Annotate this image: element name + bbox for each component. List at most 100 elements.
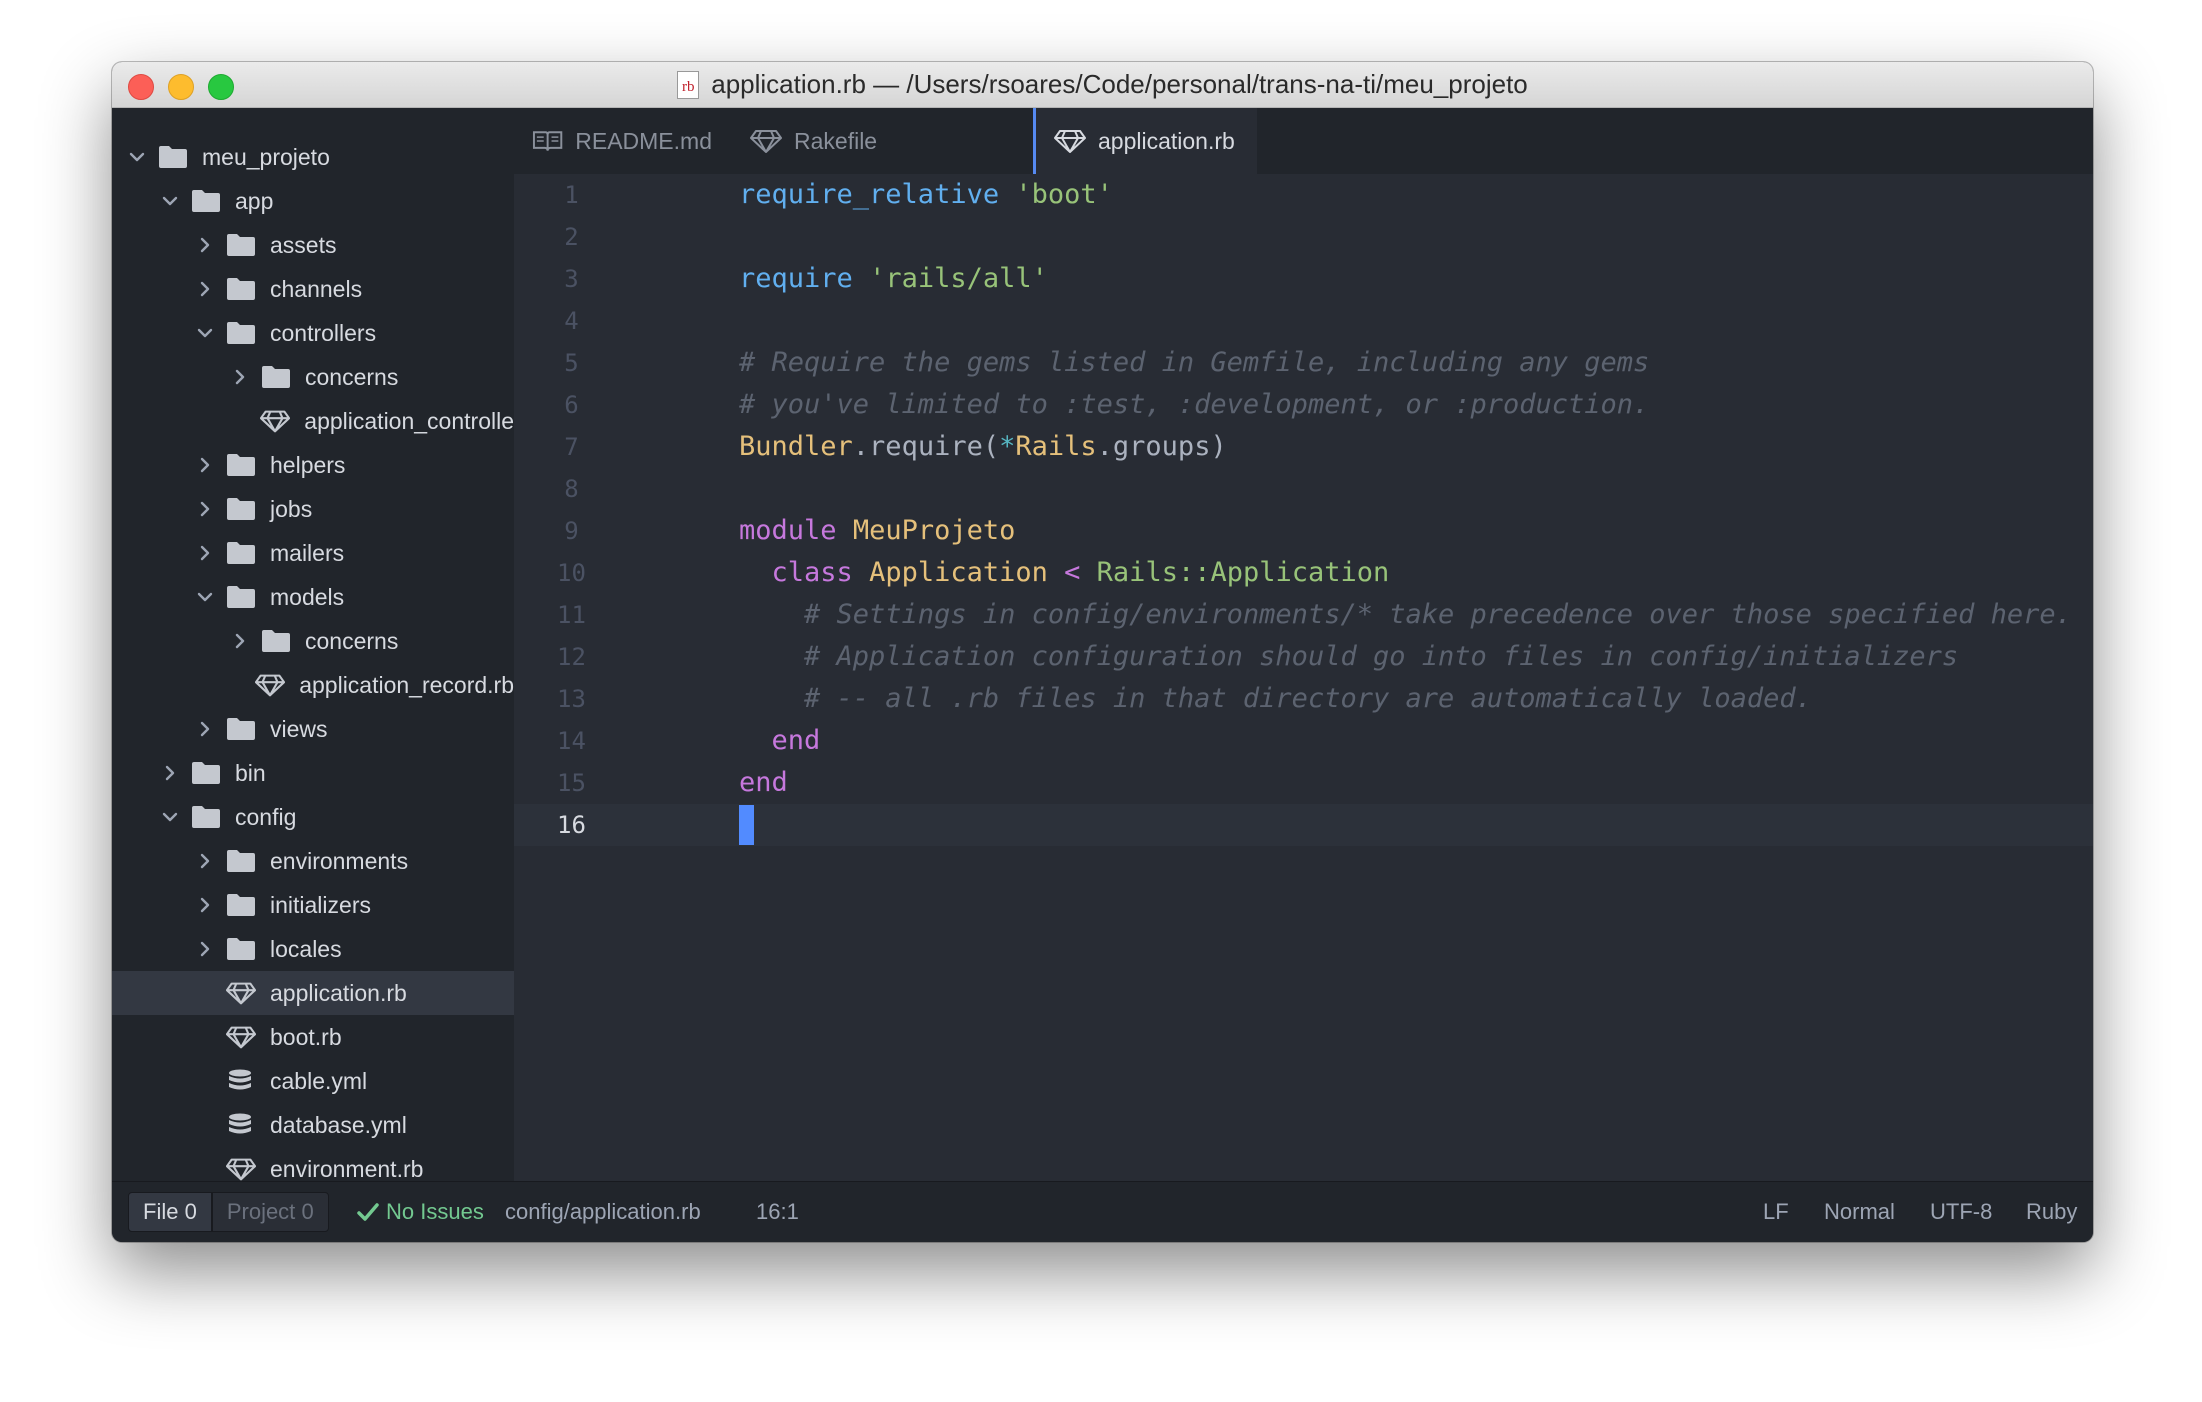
line-number[interactable]: 8	[514, 468, 629, 510]
chevron-right-icon[interactable]	[192, 540, 218, 566]
tree-item-label: bin	[235, 759, 266, 786]
code-line[interactable]: require 'rails/all'	[739, 258, 1048, 300]
code-line[interactable]: # Settings in config/environments/* take…	[739, 594, 2072, 636]
status-bar: File 0 Project 0 No Issues config/applica…	[112, 1181, 2093, 1242]
line-number[interactable]: 7	[514, 426, 629, 468]
line-number[interactable]: 3	[514, 258, 629, 300]
chevron-right-icon[interactable]	[192, 232, 218, 258]
chevron-down-icon[interactable]	[157, 804, 183, 830]
line-number[interactable]: 2	[514, 216, 629, 258]
editor-mode[interactable]: Normal	[1824, 1182, 1895, 1242]
line-number[interactable]: 4	[514, 300, 629, 342]
tree-folder-helpers[interactable]: helpers	[112, 443, 514, 487]
line-number[interactable]: 16	[514, 804, 629, 846]
line-number[interactable]: 13	[514, 678, 629, 720]
code-line[interactable]: Bundler.require(*Rails.groups)	[739, 426, 1227, 468]
grammar-selector[interactable]: Ruby	[2026, 1182, 2077, 1242]
tree-item-label: environments	[270, 847, 409, 874]
code-line[interactable]: # Require the gems listed in Gemfile, in…	[739, 342, 1649, 384]
folder-icon	[226, 541, 256, 565]
chevron-down-icon[interactable]	[192, 320, 218, 346]
linter-file-tab[interactable]: File 0	[128, 1192, 212, 1232]
title-bar[interactable]: rb application.rb — /Users/rsoares/Code/…	[112, 62, 2093, 108]
chevron-down-icon[interactable]	[192, 584, 218, 610]
tree-folder-controllers[interactable]: controllers	[112, 311, 514, 355]
chevron-right-icon[interactable]	[192, 716, 218, 742]
tree-folder-mailers[interactable]: mailers	[112, 531, 514, 575]
tree-folder-meu-projeto[interactable]: meu_projeto	[112, 135, 514, 179]
line-number[interactable]: 9	[514, 510, 629, 552]
chevron-right-icon[interactable]	[192, 848, 218, 874]
tree-view[interactable]: meu_projeto app assets channels controllers c…	[112, 108, 514, 1182]
line-number[interactable]: 12	[514, 636, 629, 678]
line-number[interactable]: 15	[514, 762, 629, 804]
tree-folder-environments[interactable]: environments	[112, 839, 514, 883]
cursor-position[interactable]: 16:1	[756, 1182, 799, 1242]
tree-item-label: assets	[270, 231, 337, 258]
file-path[interactable]: config/application.rb	[505, 1182, 701, 1242]
tree-file-environment-rb[interactable]: environment.rb	[112, 1147, 514, 1182]
editor-window: rb application.rb — /Users/rsoares/Code/…	[112, 62, 2093, 1242]
chevron-right-icon[interactable]	[227, 364, 253, 390]
chevron-down-icon[interactable]	[157, 188, 183, 214]
line-number[interactable]: 5	[514, 342, 629, 384]
tree-item-label: database.yml	[270, 1111, 407, 1138]
chevron-right-icon[interactable]	[192, 936, 218, 962]
tree-folder-initializers[interactable]: initializers	[112, 883, 514, 927]
tree-folder-models[interactable]: models	[112, 575, 514, 619]
tree-folder-channels[interactable]: channels	[112, 267, 514, 311]
tree-file-cable-yml[interactable]: cable.yml	[112, 1059, 514, 1103]
folder-icon	[226, 717, 256, 741]
code-token: require	[739, 263, 853, 294]
code-line[interactable]: # -- all .rb files in that directory are…	[739, 678, 1812, 720]
tab-rakefile[interactable]: Rakefile	[750, 108, 910, 174]
tree-file-application-controlle[interactable]: application_controlle	[112, 399, 514, 443]
tree-file-application-record-rb[interactable]: application_record.rb	[112, 663, 514, 707]
chevron-right-icon[interactable]	[192, 276, 218, 302]
code-line[interactable]: end	[739, 720, 821, 762]
chevron-right-icon[interactable]	[192, 452, 218, 478]
line-number[interactable]: 11	[514, 594, 629, 636]
code-line[interactable]: class Application < Rails::Application	[739, 552, 1390, 594]
checkmark-icon	[357, 1203, 379, 1221]
line-ending-selector[interactable]: LF	[1763, 1182, 1789, 1242]
chevron-right-icon[interactable]	[157, 760, 183, 786]
tab-application-rb[interactable]: application.rb	[1033, 108, 1257, 174]
chevron-right-icon[interactable]	[227, 628, 253, 654]
tree-folder-assets[interactable]: assets	[112, 223, 514, 267]
line-number[interactable]: 1	[514, 174, 629, 216]
tree-folder-config[interactable]: config	[112, 795, 514, 839]
tree-folder-locales[interactable]: locales	[112, 927, 514, 971]
code-line[interactable]: # you've limited to :test, :development,…	[739, 384, 1649, 426]
linter-status-text: No Issues	[386, 1199, 484, 1224]
tree-folder-app[interactable]: app	[112, 179, 514, 223]
encoding-selector[interactable]: UTF-8	[1930, 1182, 1992, 1242]
tree-file-boot-rb[interactable]: boot.rb	[112, 1015, 514, 1059]
chevron-right-icon[interactable]	[192, 892, 218, 918]
line-number[interactable]: 6	[514, 384, 629, 426]
tree-folder-concerns[interactable]: concerns	[112, 355, 514, 399]
tree-item-label: locales	[270, 935, 342, 962]
code-line[interactable]: end	[739, 762, 788, 804]
code-line[interactable]: # Application configuration should go in…	[739, 636, 1958, 678]
tree-folder-jobs[interactable]: jobs	[112, 487, 514, 531]
line-number[interactable]: 14	[514, 720, 629, 762]
linter-status[interactable]: No Issues	[356, 1182, 484, 1242]
project-count: 0	[301, 1199, 314, 1224]
line-number[interactable]: 10	[514, 552, 629, 594]
ruby-gem-icon	[255, 672, 286, 698]
tree-file-database-yml[interactable]: database.yml	[112, 1103, 514, 1147]
tree-folder-concerns[interactable]: concerns	[112, 619, 514, 663]
code-line[interactable]: module MeuProjeto	[739, 510, 1015, 552]
tree-file-application-rb[interactable]: application.rb	[112, 971, 514, 1015]
tab-readme[interactable]: README.md	[532, 108, 712, 174]
code-editor[interactable]: 1 2 3 4 5 6 7 8 9 10 11 12 13 14 15 16 require_relative …	[514, 174, 2093, 1182]
chevron-down-icon[interactable]	[124, 144, 150, 170]
linter-project-tab[interactable]: Project 0	[211, 1192, 329, 1232]
tree-folder-views[interactable]: views	[112, 707, 514, 751]
chevron-right-icon[interactable]	[192, 496, 218, 522]
code-line[interactable]: require_relative 'boot'	[739, 174, 1113, 216]
tree-folder-bin[interactable]: bin	[112, 751, 514, 795]
